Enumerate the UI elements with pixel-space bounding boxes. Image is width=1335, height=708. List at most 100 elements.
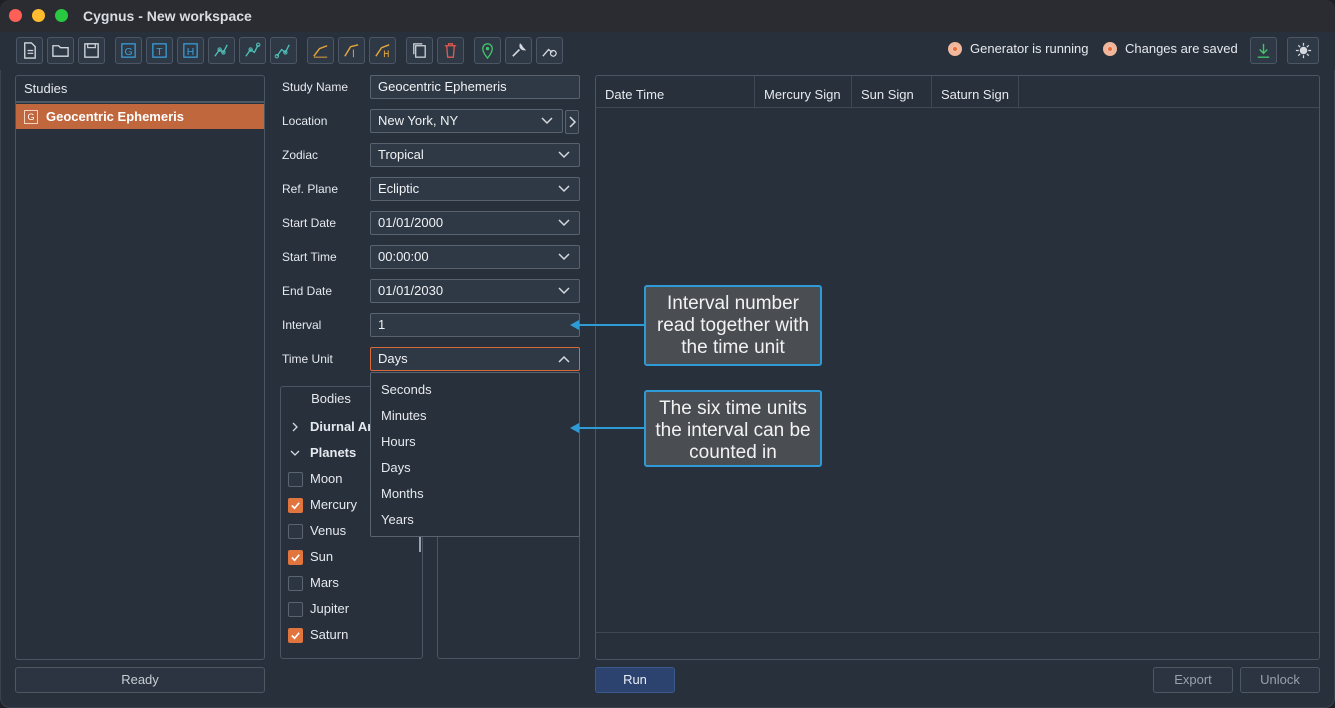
- graph-t-icon: [245, 42, 261, 57]
- start-date-picker[interactable]: 01/01/2000: [370, 211, 580, 235]
- tree-group-label: Diurnal An: [310, 419, 376, 434]
- generator-status-label: Generator is running: [970, 41, 1089, 56]
- location-next-button[interactable]: [565, 110, 579, 134]
- chevron-down-icon: [558, 253, 570, 261]
- checkbox-checked[interactable]: [288, 498, 303, 513]
- arrow-head-icon: [570, 320, 579, 330]
- end-date-picker[interactable]: 01/01/2030: [370, 279, 580, 303]
- option-hours[interactable]: Hours: [381, 434, 416, 449]
- minimize-window-button[interactable]: [32, 9, 45, 22]
- checkbox-checked[interactable]: [288, 628, 303, 643]
- settings-button[interactable]: [536, 37, 563, 64]
- copy-icon: [413, 43, 426, 58]
- sun-icon: [1295, 42, 1311, 59]
- export-button[interactable]: Export: [1153, 667, 1233, 693]
- option-months[interactable]: Months: [381, 486, 424, 501]
- checkbox-unchecked[interactable]: [288, 472, 303, 487]
- save-button[interactable]: [78, 37, 105, 64]
- g-square-icon: G: [24, 110, 38, 124]
- status-ready-button[interactable]: Ready: [15, 667, 265, 693]
- location-select[interactable]: New York, NY: [370, 109, 563, 133]
- study-list-item-label: Geocentric Ephemeris: [46, 109, 184, 124]
- interval-value: 1: [378, 317, 386, 332]
- option-seconds[interactable]: Seconds: [381, 382, 432, 397]
- download-button[interactable]: [1250, 37, 1277, 64]
- option-years[interactable]: Years: [381, 512, 414, 527]
- checkbox-unchecked[interactable]: [288, 602, 303, 617]
- time-unit-select[interactable]: Days: [370, 347, 580, 371]
- scrollbar-thumb[interactable]: [419, 537, 421, 552]
- checkbox-unchecked[interactable]: [288, 576, 303, 591]
- chart-t-button[interactable]: [338, 37, 365, 64]
- location-button[interactable]: [474, 37, 501, 64]
- option-minutes[interactable]: Minutes: [381, 408, 427, 423]
- column-header-saturn-sign[interactable]: Saturn Sign: [932, 76, 1019, 107]
- tools-button[interactable]: [505, 37, 532, 64]
- column-header-date-time[interactable]: Date Time: [596, 76, 755, 107]
- new-file-button[interactable]: [16, 37, 43, 64]
- new-geocentric-study-button[interactable]: G: [115, 37, 142, 64]
- start-time-label: Start Time: [282, 250, 337, 264]
- column-header-mercury-sign[interactable]: Mercury Sign: [755, 76, 852, 107]
- chart-g-button[interactable]: [307, 37, 334, 64]
- file-icon: [24, 42, 36, 59]
- body-list-item[interactable]: Saturn: [281, 625, 422, 645]
- start-time-picker[interactable]: 00:00:00: [370, 245, 580, 269]
- ref-plane-label: Ref. Plane: [282, 182, 339, 196]
- results-table: Date Time Mercury Sign Sun Sign Saturn S…: [595, 75, 1320, 660]
- start-time-value: 00:00:00: [378, 249, 429, 264]
- body-list-item-label: Jupiter: [310, 601, 350, 616]
- body-list-item[interactable]: Sun: [281, 547, 422, 567]
- study-name-input[interactable]: Geocentric Ephemeris: [370, 75, 580, 99]
- arrow-head-icon: [570, 423, 579, 433]
- zoom-window-button[interactable]: [55, 9, 68, 22]
- graph-h-button[interactable]: [270, 37, 297, 64]
- close-window-button[interactable]: [9, 9, 22, 22]
- interval-input[interactable]: 1: [370, 313, 580, 337]
- new-topocentric-study-button[interactable]: T: [146, 37, 173, 64]
- study-name-value: Geocentric Ephemeris: [378, 79, 507, 94]
- study-list-item[interactable]: G Geocentric Ephemeris: [16, 104, 264, 129]
- delete-button[interactable]: [437, 37, 464, 64]
- open-folder-button[interactable]: [47, 37, 74, 64]
- location-value: New York, NY: [378, 113, 459, 128]
- zodiac-select[interactable]: Tropical: [370, 143, 580, 167]
- graph-g-button[interactable]: [208, 37, 235, 64]
- column-header-sun-sign[interactable]: Sun Sign: [852, 76, 932, 107]
- chevron-down-icon: [558, 185, 570, 193]
- time-unit-label: Time Unit: [282, 352, 333, 366]
- units-callout-arrow: [578, 427, 644, 429]
- results-footer-divider: [596, 632, 1319, 633]
- chart-h-button[interactable]: [369, 37, 396, 64]
- settings-icon: [542, 48, 557, 57]
- option-days[interactable]: Days: [381, 460, 411, 475]
- body-list-item[interactable]: Mars: [281, 573, 422, 593]
- chevron-down-icon: [558, 287, 570, 295]
- chevron-right-icon: [292, 422, 298, 432]
- end-date-label: End Date: [282, 284, 333, 298]
- start-date-value: 01/01/2000: [378, 215, 444, 230]
- chevron-down-icon: [558, 219, 570, 227]
- tab-bodies[interactable]: Bodies: [281, 387, 381, 411]
- new-heliocentric-study-button[interactable]: H: [177, 37, 204, 64]
- checkmark-icon: [291, 502, 300, 510]
- graph-t-button[interactable]: [239, 37, 266, 64]
- status-indicator-icon: [948, 41, 962, 56]
- location-label: Location: [282, 114, 328, 128]
- body-list-item-label: Sun: [310, 549, 334, 564]
- map-pin-icon: [482, 43, 493, 60]
- run-button[interactable]: Run: [595, 667, 675, 693]
- body-list-item[interactable]: Jupiter: [281, 599, 422, 619]
- copy-button[interactable]: [406, 37, 433, 64]
- ref-plane-select[interactable]: Ecliptic: [370, 177, 580, 201]
- theme-button[interactable]: [1287, 37, 1319, 64]
- folder-icon: [52, 45, 69, 57]
- save-icon: [84, 43, 99, 58]
- unlock-button[interactable]: Unlock: [1240, 667, 1320, 693]
- h-square-icon: H: [183, 43, 198, 58]
- chevron-down-icon: [290, 450, 300, 456]
- time-unit-value: Days: [378, 351, 408, 366]
- checkbox-checked[interactable]: [288, 550, 303, 565]
- checkbox-unchecked[interactable]: [288, 524, 303, 539]
- t-square-icon: T: [152, 43, 167, 58]
